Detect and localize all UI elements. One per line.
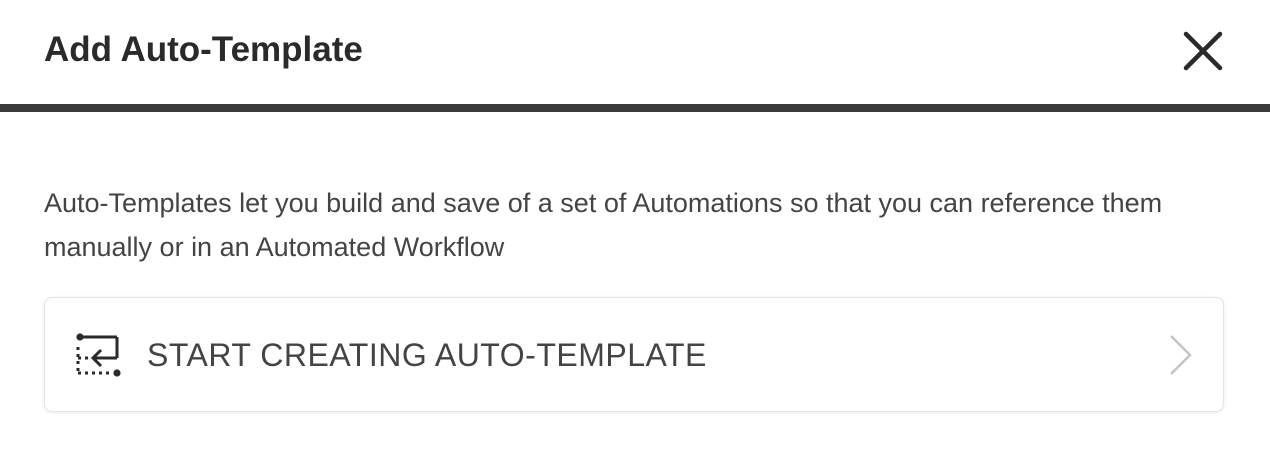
start-creating-auto-template-button[interactable]: START CREATING AUTO-TEMPLATE [44,297,1224,412]
add-auto-template-dialog: Add Auto-Template Auto-Templates let you… [0,0,1270,476]
auto-template-icon [75,332,123,378]
header-divider [0,104,1270,112]
close-icon [1183,31,1223,71]
dialog-header: Add Auto-Template [0,0,1270,104]
dialog-description: Auto-Templates let you build and save of… [44,188,1163,262]
chevron-right-icon [1165,332,1195,378]
close-button[interactable] [1178,26,1228,76]
start-creating-auto-template-label: START CREATING AUTO-TEMPLATE [147,337,707,373]
dialog-title: Add Auto-Template [44,30,363,69]
